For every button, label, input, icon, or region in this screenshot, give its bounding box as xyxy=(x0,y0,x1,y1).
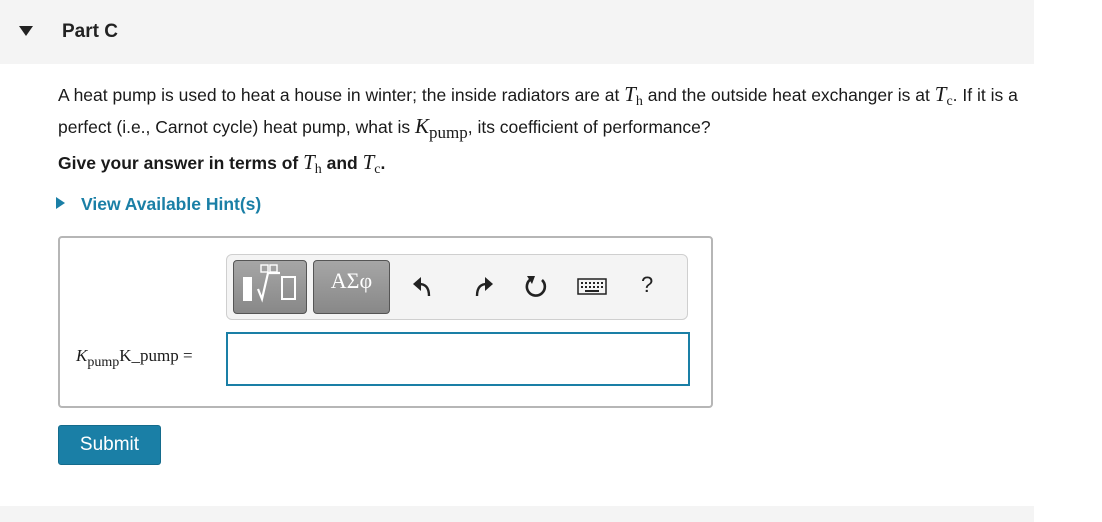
tc-variable: Tc xyxy=(362,150,381,177)
redo-icon[interactable] xyxy=(471,275,495,299)
templates-icon xyxy=(243,264,296,303)
math-toolbar: ΑΣφ ? xyxy=(226,254,688,320)
view-hints-link[interactable]: View Available Hint(s) xyxy=(56,194,261,215)
caret-right-icon xyxy=(56,197,65,209)
question-text-4: , its coefficient of performance? xyxy=(467,117,711,137)
reset-icon[interactable] xyxy=(523,274,549,300)
th-variable: Th xyxy=(303,150,322,177)
th-variable: Th xyxy=(624,82,643,109)
answer-box: ΑΣφ ? KpumpK_pump = xyxy=(58,236,713,408)
symbols-button[interactable]: ΑΣφ xyxy=(313,260,390,314)
collapse-triangle-icon[interactable] xyxy=(19,26,33,36)
footer-bar xyxy=(0,506,1034,522)
undo-icon[interactable] xyxy=(411,275,435,299)
kpump-variable: Kpump xyxy=(414,114,468,142)
part-header: Part C xyxy=(0,0,1034,64)
keyboard-icon[interactable] xyxy=(577,277,607,297)
answer-instruction: Give your answer in terms of Th and Tc. xyxy=(58,150,386,177)
question-text: A heat pump is used to heat a house in w… xyxy=(58,82,1033,145)
help-icon[interactable]: ? xyxy=(641,272,653,298)
submit-button[interactable]: Submit xyxy=(58,425,161,465)
part-title: Part C xyxy=(62,21,118,42)
templates-button[interactable] xyxy=(233,260,307,314)
tc-variable: Tc xyxy=(934,82,953,109)
question-text-1: A heat pump is used to heat a house in w… xyxy=(58,85,625,105)
answer-label: KpumpK_pump = xyxy=(76,346,193,370)
answer-input[interactable] xyxy=(226,332,690,386)
question-text-2: and the outside heat exchanger is at xyxy=(642,85,935,105)
